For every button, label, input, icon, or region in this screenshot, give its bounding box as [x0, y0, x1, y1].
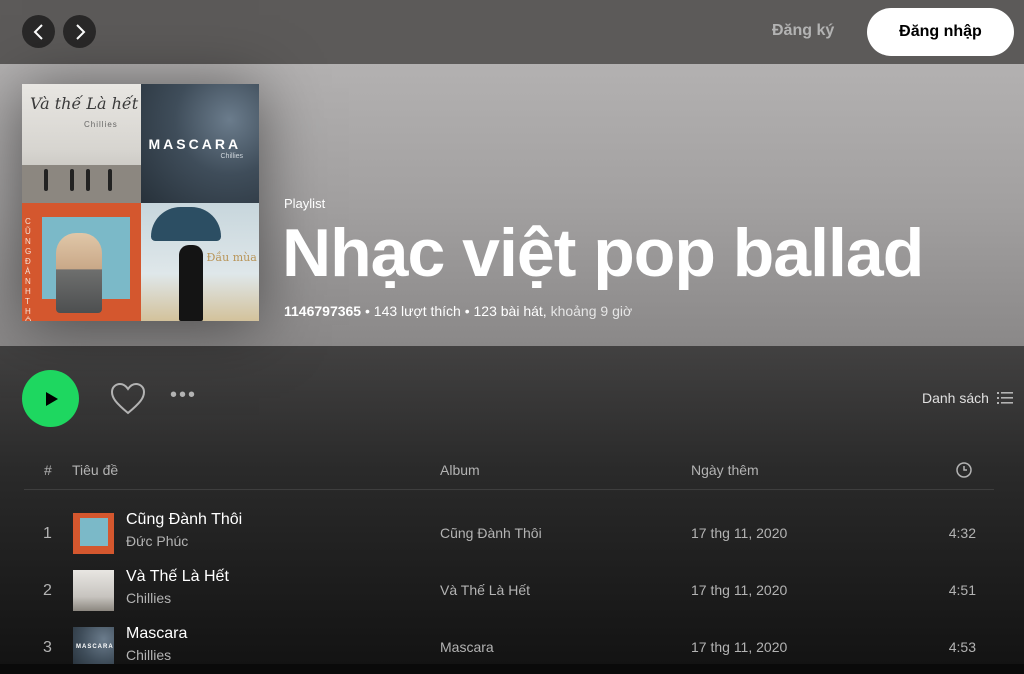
- track-number: 2: [43, 582, 52, 599]
- action-bar: ••• Danh sách: [0, 346, 1024, 456]
- playlist-cover: Và thế Là hết Chillies MASCARA Chillies …: [22, 84, 259, 321]
- play-button[interactable]: [22, 370, 79, 427]
- track-thumbnail: [73, 570, 114, 611]
- track-duration: 4:51: [948, 582, 976, 598]
- track-artist[interactable]: Chillies: [126, 590, 171, 606]
- cover-person: [44, 168, 48, 191]
- view-mode-label: Danh sách: [922, 390, 989, 406]
- cover-tile-1: Và thế Là hết Chillies: [22, 84, 141, 203]
- track-thumbnail: MASCARA: [73, 627, 114, 668]
- header-number: #: [44, 462, 52, 478]
- thumbnail-text: MASCARA: [76, 644, 114, 650]
- track-thumbnail: [73, 513, 114, 554]
- track-duration: 4:32: [948, 525, 976, 541]
- table-row[interactable]: 2 Và Thế Là Hết Chillies Và Thế Là Hết 1…: [24, 564, 994, 620]
- chevron-right-icon: [75, 23, 85, 40]
- track-album[interactable]: Cũng Đành Thôi: [440, 525, 542, 541]
- cover-tile-4-figure: [178, 244, 203, 321]
- playlist-duration: khoảng 9 giờ: [550, 303, 633, 319]
- back-button[interactable]: [22, 15, 55, 48]
- cover-tile-2-artist: Chillies: [220, 153, 244, 160]
- header-title[interactable]: Tiêu đề: [72, 462, 118, 478]
- forward-button[interactable]: [63, 15, 96, 48]
- clock-icon: [956, 462, 972, 478]
- cover-person: [108, 168, 112, 191]
- track-duration: 4:53: [948, 639, 976, 655]
- track-date-added: 17 thg 11, 2020: [691, 582, 788, 598]
- track-album[interactable]: Và Thế Là Hết: [440, 582, 530, 598]
- track-number: 1: [43, 525, 52, 542]
- track-date-added: 17 thg 11, 2020: [691, 525, 788, 541]
- cover-tile-3-title: CŨNG ĐÀNH THÔI: [25, 216, 32, 322]
- header-date-added[interactable]: Ngày thêm: [691, 462, 759, 478]
- track-number: 3: [43, 639, 52, 656]
- cover-person: [70, 168, 74, 191]
- chevron-left-icon: [33, 23, 43, 40]
- cover-tile-4: Đầu mùa: [140, 202, 259, 321]
- more-options-icon[interactable]: •••: [170, 384, 204, 414]
- playlist-owner[interactable]: 1146797365: [284, 303, 361, 319]
- page: Đăng ký Đăng nhập Và thế Là hết Chillies…: [0, 0, 1024, 674]
- signup-button[interactable]: Đăng ký: [772, 22, 834, 40]
- track-name[interactable]: Và Thế Là Hết: [126, 568, 229, 586]
- window-bottom-edge: [0, 664, 1024, 674]
- cover-tile-3: CŨNG ĐÀNH THÔI: [22, 202, 141, 322]
- track-artist[interactable]: Chillies: [126, 647, 171, 663]
- cover-tile-4-title: Đầu mùa: [206, 250, 257, 264]
- playlist-song-count: 123 bài hát,: [473, 303, 547, 319]
- cover-tile-1-artist: Chillies: [84, 120, 118, 129]
- track-date-added: 17 thg 11, 2020: [691, 639, 788, 655]
- cover-tile-3-portrait: [56, 232, 102, 313]
- login-button[interactable]: Đăng nhập: [867, 8, 1014, 56]
- cover-tile-1-title: Và thế Là hết: [30, 94, 139, 113]
- cover-tile-1-road: [22, 164, 141, 203]
- cover-tile-2-title: MASCARA: [148, 136, 242, 152]
- cover-tile-2: MASCARA Chillies: [140, 84, 259, 203]
- table-row[interactable]: 1 Cũng Đành Thôi Đức Phúc Cũng Đành Thôi…: [24, 507, 994, 563]
- umbrella-icon: [150, 206, 221, 241]
- list-icon: [996, 392, 1013, 404]
- view-mode-toggle[interactable]: Danh sách: [922, 390, 1013, 406]
- top-bar: Đăng ký Đăng nhập: [0, 0, 1024, 64]
- playlist-title: Nhạc việt pop ballad: [282, 215, 924, 291]
- track-name[interactable]: Mascara: [126, 625, 187, 643]
- track-table-header: # Tiêu đề Album Ngày thêm: [24, 454, 994, 490]
- meta-separator: •: [364, 303, 374, 319]
- playlist-likes: 143 lượt thích: [373, 303, 461, 319]
- header-album[interactable]: Album: [440, 462, 480, 478]
- playlist-meta: 1146797365 • 143 lượt thích • 123 bài há…: [284, 303, 632, 319]
- cover-person: [86, 168, 90, 191]
- heart-icon[interactable]: [110, 382, 146, 416]
- track-artist[interactable]: Đức Phúc: [126, 533, 188, 549]
- meta-separator: •: [464, 303, 474, 319]
- play-icon: [45, 391, 58, 406]
- track-album[interactable]: Mascara: [440, 639, 494, 655]
- track-name[interactable]: Cũng Đành Thôi: [126, 511, 242, 529]
